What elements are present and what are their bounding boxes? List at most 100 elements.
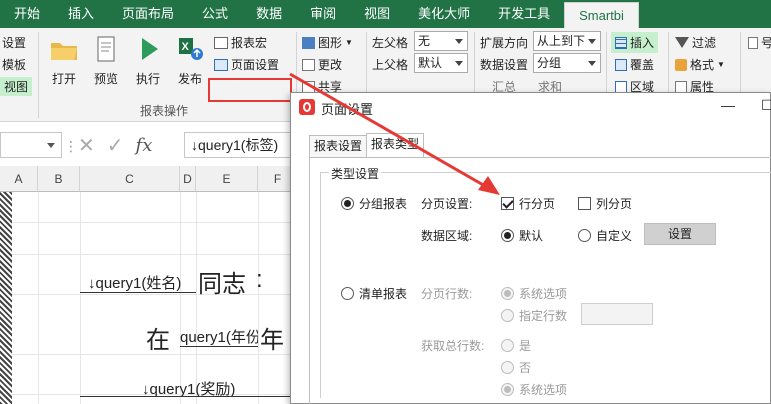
format-button[interactable]: 格式 ▼ (675, 56, 725, 73)
view-label: 视图 (4, 80, 29, 94)
tab-insert[interactable]: 插入 (54, 0, 108, 28)
total-rows-yes-radio[interactable]: 是 (501, 337, 531, 354)
publish-button[interactable]: X 发布 (170, 34, 210, 87)
column-header-a[interactable]: A (0, 166, 38, 192)
group-report-radio[interactable]: 分组报表 (341, 195, 407, 212)
funnel-icon (675, 37, 689, 48)
template-label: 模板 (2, 58, 27, 72)
page-rows-specify-radio[interactable]: 指定行数 (501, 307, 567, 324)
radio-indicator (341, 287, 354, 300)
change-icon (302, 58, 315, 71)
cancel-icon[interactable]: ✕ (78, 133, 95, 158)
format-label: 格式 (690, 58, 715, 72)
smartbi-logo-icon (299, 99, 315, 115)
radio-indicator (578, 229, 591, 242)
function-icon[interactable]: fx (136, 135, 153, 156)
type-settings-group: 类型设置 分组报表 分页设置: 行分页 列分页 数据区域: 默认 自定义 设置 … (320, 165, 771, 398)
change-button[interactable]: 更改 (302, 56, 342, 73)
formula-bar: ⋮ ✕ ✓ fx ↓query1(标签) (0, 128, 300, 162)
dialog-titlebar[interactable]: 页面设置 — ☐ (291, 93, 771, 121)
page-rows-system-label: 系统选项 (519, 287, 568, 301)
column-header-e[interactable]: E (196, 166, 258, 192)
filter-label: 过滤 (692, 36, 717, 50)
highlight-box (208, 78, 292, 102)
data-area-default-radio[interactable]: 默认 (501, 227, 543, 244)
expand-direction-select[interactable]: 从上到下 (533, 31, 601, 51)
data-area-set-button[interactable]: 设置 (644, 223, 716, 245)
row-header-strip (0, 192, 12, 404)
cell-underline (80, 292, 196, 293)
list-report-radio[interactable]: 清单报表 (341, 285, 407, 302)
tab-page-layout[interactable]: 页面布局 (108, 0, 188, 28)
tab-home[interactable]: 开始 (0, 0, 54, 28)
open-button[interactable]: 打开 (44, 34, 84, 87)
tab-data[interactable]: 数据 (242, 0, 296, 28)
dropdown-arrow-icon: ▼ (345, 38, 353, 47)
tab-review[interactable]: 审阅 (296, 0, 350, 28)
tab-report-settings[interactable]: 报表设置 (309, 135, 368, 157)
column-header-d[interactable]: D (180, 166, 196, 192)
settings-button[interactable]: 设置 (2, 34, 26, 51)
cell-name[interactable]: ↓query1(姓名) (88, 272, 181, 293)
tab-formulas[interactable]: 公式 (188, 0, 242, 28)
grid-line (258, 192, 259, 404)
data-setting-select[interactable]: 分组 (533, 53, 601, 73)
page-rows-label: 分页行数: (421, 287, 473, 301)
top-parent-select[interactable]: 默认 (414, 53, 468, 73)
radio-indicator (501, 361, 514, 374)
column-paging-checkbox[interactable]: 列分页 (578, 195, 632, 212)
tab-developer[interactable]: 开发工具 (484, 0, 564, 28)
data-area-custom-label: 自定义 (596, 229, 633, 243)
cover-label: 覆盖 (630, 58, 655, 72)
ribbon-separator (38, 32, 39, 118)
row-paging-checkbox[interactable]: 行分页 (501, 195, 555, 212)
get-total-rows-label: 获取总行数: (421, 339, 485, 353)
insert-button[interactable]: 插入 (611, 32, 659, 53)
cover-button[interactable]: 覆盖 (615, 56, 654, 73)
tab-smartbi[interactable]: Smartbi (564, 2, 639, 28)
column-header-c[interactable]: C (80, 166, 180, 192)
confirm-icon[interactable]: ✓ (107, 133, 124, 158)
cell-underline (80, 396, 290, 397)
tab-view[interactable]: 视图 (350, 0, 404, 28)
report-macro-button[interactable]: 报表宏 (214, 34, 267, 51)
cell-year[interactable]: query1(年份 (180, 326, 258, 347)
partial-right-button[interactable]: 号 (748, 34, 771, 51)
minimize-icon[interactable]: — (721, 97, 735, 113)
top-parent-label: 上父格 (372, 58, 409, 72)
total-rows-system-label: 系统选项 (519, 383, 568, 397)
view-button[interactable]: 视图 (0, 77, 33, 96)
total-rows-system-radio[interactable]: 系统选项 (501, 381, 567, 398)
template-button[interactable]: 模板 (2, 56, 26, 73)
filter-button[interactable]: 过滤 (675, 34, 716, 51)
grid-line (196, 192, 197, 404)
preview-icon (91, 34, 121, 64)
page-rows-system-radio[interactable]: 系统选项 (501, 285, 567, 302)
tab-beautify[interactable]: 美化大师 (404, 0, 484, 28)
column-header-b[interactable]: B (38, 166, 80, 192)
insert-label: 插入 (630, 36, 655, 50)
text-year: 年 (260, 327, 284, 354)
shape-button[interactable]: 图形 ▼ (302, 34, 353, 51)
page-setup-label: 页面设置 (231, 58, 280, 72)
grid-line (180, 192, 181, 404)
left-parent-select[interactable]: 无 (414, 31, 468, 51)
page-rows-input[interactable] (581, 303, 653, 325)
formula-input[interactable]: ↓query1(标签) (184, 132, 300, 158)
name-box[interactable] (0, 132, 62, 158)
column-header-f[interactable]: F (258, 166, 290, 192)
run-button[interactable]: 执行 (128, 34, 168, 87)
area-icon (615, 80, 627, 93)
data-area-label: 数据区域: (421, 229, 473, 243)
type-settings-legend: 类型设置 (329, 165, 382, 182)
total-rows-no-radio[interactable]: 否 (501, 359, 531, 376)
expand-direction-label: 扩展方向 (480, 36, 529, 50)
radio-indicator (501, 309, 514, 322)
page-setup-icon (214, 58, 228, 71)
vertical-dots-icon: ⋮ (64, 138, 78, 154)
maximize-icon[interactable]: ☐ (761, 97, 771, 114)
page-setup-button[interactable]: 页面设置 (214, 56, 279, 73)
data-area-custom-radio[interactable]: 自定义 (578, 227, 632, 244)
tab-report-type[interactable]: 报表类型 (366, 133, 425, 157)
preview-button[interactable]: 预览 (86, 34, 126, 87)
